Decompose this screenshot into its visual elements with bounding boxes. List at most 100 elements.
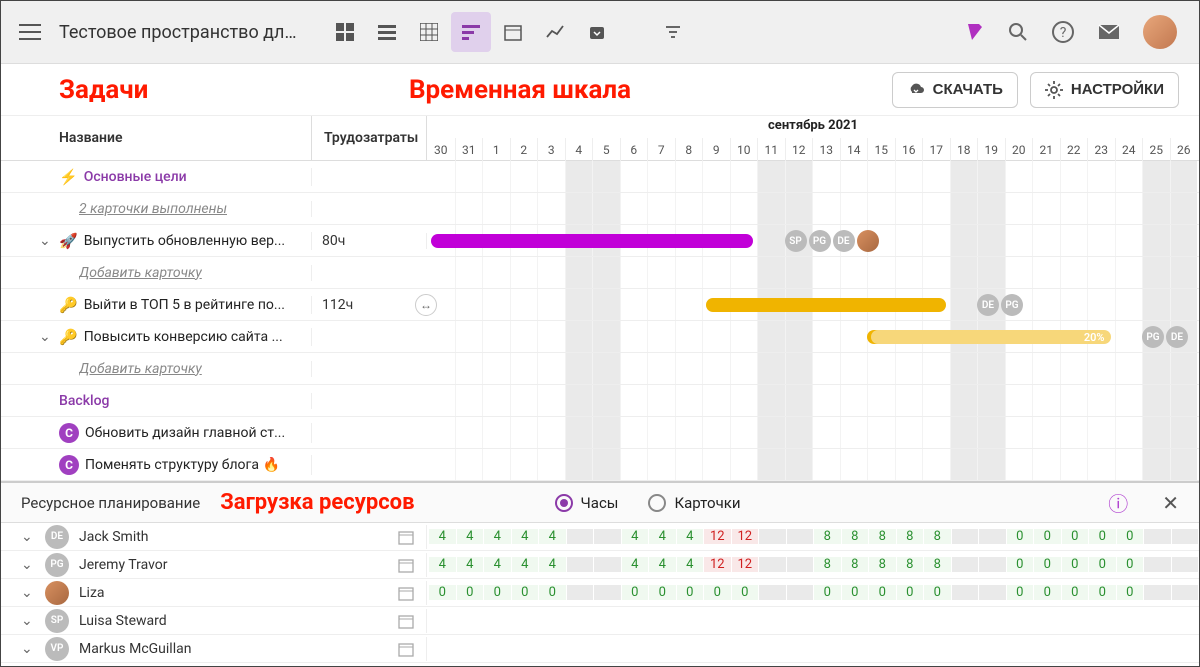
resource-cell[interactable]: [786, 557, 814, 572]
view-archive-icon[interactable]: [577, 12, 617, 52]
day-header[interactable]: 21: [1032, 138, 1060, 161]
day-header[interactable]: 12: [785, 138, 813, 161]
resource-cell[interactable]: 0: [676, 585, 704, 600]
task-row[interactable]: 2 карточки выполнены: [1, 193, 1199, 225]
mail-icon[interactable]: [1097, 22, 1121, 42]
resource-cell[interactable]: 8: [923, 529, 951, 544]
assignee-avatar[interactable]: PG: [1142, 326, 1164, 348]
resource-cell[interactable]: 4: [456, 557, 484, 572]
bookmark-icon[interactable]: [965, 22, 985, 42]
assignee-avatar[interactable]: PG: [809, 230, 831, 252]
settings-button[interactable]: НАСТРОЙКИ: [1030, 72, 1179, 108]
resource-cell[interactable]: 0: [703, 585, 731, 600]
resource-cell[interactable]: 12: [703, 557, 731, 572]
resource-cell[interactable]: 8: [868, 557, 896, 572]
search-icon[interactable]: [1007, 21, 1029, 43]
resource-cell[interactable]: 0: [868, 585, 896, 600]
resource-cell[interactable]: [978, 529, 1006, 544]
resource-cell[interactable]: 0: [923, 585, 951, 600]
assignee-avatar[interactable]: SP: [785, 230, 807, 252]
resource-cell[interactable]: [566, 529, 594, 544]
resource-cell[interactable]: 0: [1116, 529, 1144, 544]
resource-cell[interactable]: 0: [1061, 557, 1089, 572]
resource-cell[interactable]: 0: [648, 585, 676, 600]
resource-cell[interactable]: 4: [511, 529, 539, 544]
day-header[interactable]: 3: [537, 138, 565, 161]
filter-icon[interactable]: [653, 12, 693, 52]
resources-help-icon[interactable]: ⓘ: [1108, 488, 1128, 517]
resource-cell[interactable]: 8: [896, 529, 924, 544]
resource-cell[interactable]: [593, 585, 621, 600]
resource-cell[interactable]: 4: [676, 557, 704, 572]
task-row[interactable]: ⌄🔑Повысить конверсию сайта ...20%PGDE: [1, 321, 1199, 353]
task-timeline[interactable]: SPPGDE: [427, 225, 1199, 256]
resource-cell[interactable]: [566, 557, 594, 572]
resource-cell[interactable]: 0: [511, 585, 539, 600]
view-calendar-icon[interactable]: [493, 12, 533, 52]
col-effort[interactable]: Трудозатраты: [312, 116, 427, 160]
task-row[interactable]: Backlog: [1, 385, 1199, 417]
resource-cell[interactable]: [951, 529, 979, 544]
day-header[interactable]: 31: [455, 138, 483, 161]
resource-left[interactable]: ⌄VPMarkus McGuillan: [1, 637, 427, 661]
resource-cell[interactable]: 4: [621, 557, 649, 572]
day-header[interactable]: 13: [812, 138, 840, 161]
day-header[interactable]: 26: [1170, 138, 1198, 161]
day-header[interactable]: 20: [1005, 138, 1033, 161]
task-row[interactable]: Добавить карточку: [1, 353, 1199, 385]
gantt-bar[interactable]: [431, 234, 753, 248]
resource-cell[interactable]: 4: [538, 529, 566, 544]
resource-cell[interactable]: [1171, 585, 1199, 600]
task-effort[interactable]: 80ч: [312, 233, 427, 249]
radio-hours[interactable]: Часы: [555, 494, 619, 512]
resource-cell[interactable]: [566, 585, 594, 600]
assignee-avatar[interactable]: DE: [833, 230, 855, 252]
chevron-down-icon[interactable]: ⌄: [21, 529, 35, 545]
resource-cell[interactable]: 8: [896, 557, 924, 572]
day-header[interactable]: 10: [730, 138, 758, 161]
assignee-avatar[interactable]: [857, 230, 879, 252]
resource-cell[interactable]: 4: [648, 557, 676, 572]
resource-cell[interactable]: 0: [1088, 529, 1116, 544]
task-row[interactable]: 🔑Выйти в ТОП 5 в рейтинге по...112ч↔DEPG: [1, 289, 1199, 321]
chevron-down-icon[interactable]: ⌄: [21, 585, 35, 601]
gantt-bar[interactable]: [706, 298, 946, 312]
download-button[interactable]: СКАЧАТЬ: [892, 72, 1018, 108]
chevron-down-icon[interactable]: ⌄: [39, 233, 53, 249]
task-timeline[interactable]: [427, 193, 1199, 224]
chevron-down-icon[interactable]: ⌄: [21, 641, 35, 657]
day-header[interactable]: 6: [620, 138, 648, 161]
day-header[interactable]: 2: [510, 138, 538, 161]
resource-cell[interactable]: 4: [456, 529, 484, 544]
resource-cell[interactable]: 0: [841, 585, 869, 600]
day-header[interactable]: 19: [977, 138, 1005, 161]
chevron-down-icon[interactable]: ⌄: [39, 329, 53, 345]
chevron-down-icon[interactable]: ⌄: [21, 557, 35, 573]
resource-cell[interactable]: 8: [841, 557, 869, 572]
resource-cell[interactable]: 8: [841, 529, 869, 544]
day-header[interactable]: 14: [840, 138, 868, 161]
resource-cell[interactable]: 4: [538, 557, 566, 572]
view-grid-icon[interactable]: [409, 12, 449, 52]
resource-cell[interactable]: 0: [813, 585, 841, 600]
calendar-icon[interactable]: [398, 641, 414, 657]
resource-cell[interactable]: [978, 557, 1006, 572]
resource-cell[interactable]: [1171, 529, 1199, 544]
task-timeline[interactable]: DEPG: [427, 289, 1199, 320]
calendar-icon[interactable]: [398, 585, 414, 601]
resource-cell[interactable]: 0: [1061, 529, 1089, 544]
resource-cell[interactable]: 8: [923, 557, 951, 572]
view-gantt-icon[interactable]: [451, 12, 491, 52]
day-header[interactable]: 30: [427, 138, 455, 161]
resource-cell[interactable]: 0: [896, 585, 924, 600]
resource-cell[interactable]: [593, 529, 621, 544]
resource-cell[interactable]: 4: [648, 529, 676, 544]
resource-cell[interactable]: 12: [703, 529, 731, 544]
resource-cell[interactable]: [1143, 585, 1171, 600]
resource-cell[interactable]: [978, 585, 1006, 600]
resource-cell[interactable]: [951, 557, 979, 572]
resource-cell[interactable]: 8: [868, 529, 896, 544]
day-header[interactable]: 25: [1142, 138, 1170, 161]
day-header[interactable]: 15: [867, 138, 895, 161]
task-effort[interactable]: 112ч↔: [312, 297, 427, 313]
